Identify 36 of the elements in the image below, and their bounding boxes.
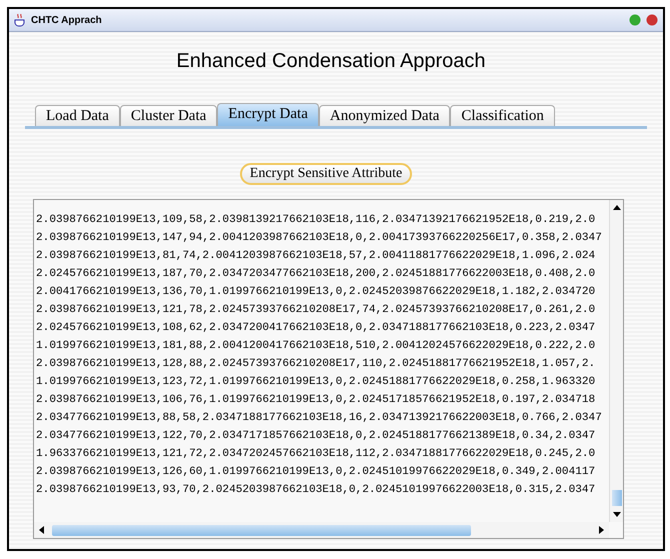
close-button[interactable] xyxy=(646,14,658,26)
output-line: 1.0199766210199E13,123,72,1.0199766210199E13,0,2.02451881776622029E18,0.258,1.963320 xyxy=(36,375,596,390)
right-arrow-icon[interactable] xyxy=(597,526,605,534)
output-line: 2.0398766210199E13,128,88,2.02457393766210208E17,110,2.02451881776621952E18,1.057,2. xyxy=(36,357,596,372)
tab[interactable]: Cluster Data xyxy=(120,105,218,126)
tab[interactable]: Encrypt Data xyxy=(217,103,319,126)
output-line: 2.0398766210199E13,109,58,2.0398139217662103E18,116,2.03471392176621952E18,0.219,2.0 xyxy=(36,213,596,228)
app-heading: Enhanced Condensation Approach xyxy=(176,50,486,73)
output-line: 2.0347766210199E13,122,70,2.0347171857662103E18,0,2.02451881776621389E18,0.34,2.0347 xyxy=(36,429,596,444)
vertical-scrollbar[interactable] xyxy=(609,200,623,522)
maximize-button[interactable] xyxy=(629,14,641,26)
encrypt-button[interactable]: Encrypt Sensitive Attribute xyxy=(240,163,412,185)
output-line: 1.9633766210199E13,121,72,2.0347202457662103E18,112,2.03471881776622029E18,0.245,2.0 xyxy=(36,447,596,462)
scrollbar-thumb[interactable] xyxy=(52,524,471,536)
scrollbar-thumb[interactable] xyxy=(612,490,622,506)
left-arrow-icon[interactable] xyxy=(38,526,46,534)
horizontal-scrollbar[interactable] xyxy=(34,522,609,538)
tab[interactable]: Load Data xyxy=(35,105,120,126)
output-line: 2.0245766210199E13,108,62,2.0347200417662103E18,0,2.0347188177662103E18,0.223,2.0347 xyxy=(36,321,596,336)
output-line: 2.0041766210199E13,136,70,1.0199766210199E13,0,2.02452039876622029E18,1.182,2.034720 xyxy=(36,285,596,300)
output-line: 2.0398766210199E13,126,60,1.0199766210199E13,0,2.02451019976622029E18,0.349,2.004117 xyxy=(36,465,596,480)
window-title: CHTC Apprach xyxy=(31,14,103,26)
tab[interactable]: Anonymized Data xyxy=(318,105,450,126)
tab[interactable]: Classification xyxy=(450,105,555,126)
output-line: 1.0199766210199E13,181,88,2.0041200417662103E18,510,2.00412024576622029E18,0.222,2.0 xyxy=(36,339,596,354)
up-arrow-icon[interactable] xyxy=(612,204,620,212)
output-line: 2.0398766210199E13,81,74,2.0041203987662103E18,57,2.00411881776622029E18,1.096,2.024 xyxy=(36,249,596,264)
cup-icon xyxy=(14,14,26,26)
output-line: 2.0398766210199E13,106,76,1.0199766210199E13,0,2.02451718576621952E18,0.197,2.034718 xyxy=(36,393,596,408)
down-arrow-icon[interactable] xyxy=(612,510,620,518)
output-line: 2.0245766210199E13,187,70,2.0347203477662103E18,200,2.02451881776622003E18,0.408,2.0 xyxy=(36,267,596,282)
output-line: 2.0398766210199E13,147,94,2.0041203987662103E18,0,2.00417393766220256E17,0.358,2.0347 xyxy=(36,231,603,246)
output-text-area[interactable] xyxy=(33,199,624,539)
output-line: 2.0398766210199E13,93,70,2.0245203987662103E18,0,2.02451019976622003E18,0.315,2.0347 xyxy=(36,483,596,498)
output-line: 2.0347766210199E13,88,58,2.0347188177662103E18,16,2.03471392176622003E18,0.766,2.0347 xyxy=(36,411,603,426)
output-line: 2.0398766210199E13,121,78,2.02457393766210208E17,74,2.02457393766210208E17,0.261,2.0 xyxy=(36,303,596,318)
